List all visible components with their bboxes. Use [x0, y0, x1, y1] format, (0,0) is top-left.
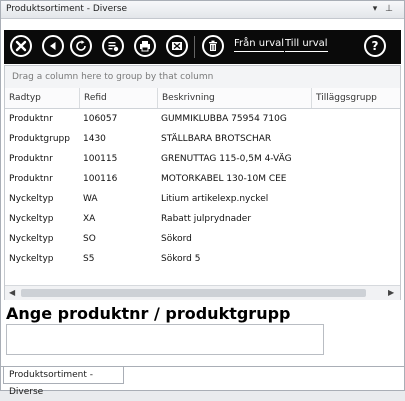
toolbar: Från urval Till urval ? [4, 30, 401, 64]
cell-refid: 1430 [83, 134, 106, 144]
cell-radtyp: Produktnr [9, 154, 53, 164]
group-drop-area[interactable]: Drag a column here to group by that colu… [5, 66, 400, 89]
cell-tillaggsgrupp [311, 209, 400, 229]
from-selection-link[interactable]: Från urval [234, 38, 285, 52]
column-header-radtyp[interactable]: Radtyp [5, 88, 79, 108]
product-number-input[interactable] [6, 324, 324, 355]
cell-beskrivning: Sökord [161, 234, 192, 244]
refresh-icon[interactable] [70, 35, 92, 57]
data-grid: Drag a column here to group by that colu… [4, 65, 401, 300]
cell-tillaggsgrupp [311, 189, 400, 209]
to-selection-link[interactable]: Till urval [285, 38, 328, 52]
table-row[interactable]: Nyckeltyp SO Sökord [5, 229, 400, 249]
back-icon[interactable] [42, 35, 64, 57]
cell-radtyp: Nyckeltyp [9, 254, 54, 264]
cell-radtyp: Nyckeltyp [9, 214, 54, 224]
cell-beskrivning: GRENUTTAG 115-0,5M 4-VÄG [161, 154, 292, 164]
table-row[interactable]: Produktnr 106057 GUMMIKLUBBA 75954 710G [5, 109, 400, 129]
cell-radtyp: Nyckeltyp [9, 234, 54, 244]
cell-radtyp: Produktgrupp [9, 134, 70, 144]
cell-radtyp: Produktnr [9, 114, 53, 124]
scrollbar-thumb[interactable] [21, 289, 366, 297]
cell-refid: 100116 [83, 174, 118, 184]
cell-refid: 100115 [83, 154, 118, 164]
edit-list-icon[interactable] [102, 35, 124, 57]
cell-radtyp: Nyckeltyp [9, 194, 54, 204]
document-panel: Produktsortiment - Diverse ▾ ⊥ Från urva… [0, 0, 405, 397]
cell-beskrivning: GUMMIKLUBBA 75954 710G [161, 114, 287, 124]
table-row[interactable]: Nyckeltyp WA Litium artikelexp.nyckel [5, 189, 400, 209]
delete-icon[interactable] [202, 35, 224, 57]
cell-tillaggsgrupp [311, 249, 400, 269]
table-row[interactable]: Produktnr 100116 MOTORKABEL 130-10M CEE [5, 169, 400, 189]
cell-tillaggsgrupp [311, 109, 400, 129]
cell-refid: S5 [83, 254, 95, 264]
table-row[interactable]: Nyckeltyp XA Rabatt julprydnader [5, 209, 400, 229]
column-header-refid[interactable]: Refid [79, 88, 157, 108]
cell-refid: 106057 [83, 114, 118, 124]
column-header-tillaggsgrupp[interactable]: Tilläggsgrupp [311, 88, 400, 108]
toolbar-separator [194, 36, 195, 58]
panel-titlebar: Produktsortiment - Diverse ▾ ⊥ [1, 1, 404, 19]
cell-refid: WA [83, 194, 98, 204]
cell-tillaggsgrupp [311, 129, 400, 149]
cell-radtyp: Produktnr [9, 174, 53, 184]
help-icon[interactable]: ? [364, 35, 386, 57]
table-row[interactable]: Nyckeltyp S5 Sökord 5 [5, 249, 400, 269]
group-hint-text: Drag a column here to group by that colu… [12, 72, 214, 82]
horizontal-scrollbar[interactable]: ◀ ▶ [5, 285, 400, 300]
dropdown-icon[interactable]: ▾ [369, 3, 381, 15]
print-icon[interactable] [134, 35, 156, 57]
cell-tillaggsgrupp [311, 229, 400, 249]
cell-beskrivning: Litium artikelexp.nyckel [161, 194, 269, 204]
table-row[interactable]: Produktnr 100115 GRENUTTAG 115-0,5M 4-VÄ… [5, 149, 400, 169]
tab-produktsortiment[interactable]: Produktsortiment - Diverse [3, 367, 124, 397]
column-header-beskrivning[interactable]: Beskrivning [157, 88, 311, 108]
pin-icon[interactable]: ⊥ [383, 3, 395, 15]
excel-export-icon[interactable] [166, 35, 188, 57]
entry-label: Ange produktnr / produktgrupp [6, 304, 291, 323]
table-row[interactable]: Produktgrupp 1430 STÄLLBARA BROTSCHAR [5, 129, 400, 149]
cell-beskrivning: Sökord 5 [161, 254, 201, 264]
cell-beskrivning: MOTORKABEL 130-10M CEE [161, 174, 287, 184]
grid-header: Radtyp Refid Beskrivning Tilläggsgrupp [5, 88, 400, 109]
cell-tillaggsgrupp [311, 149, 400, 169]
cell-beskrivning: Rabatt julprydnader [161, 214, 252, 224]
cell-tillaggsgrupp [311, 169, 400, 189]
close-icon[interactable] [10, 35, 32, 57]
scroll-right-icon[interactable]: ▶ [388, 288, 394, 297]
cell-refid: SO [83, 234, 96, 244]
cell-beskrivning: STÄLLBARA BROTSCHAR [161, 134, 272, 144]
panel-title: Produktsortiment - Diverse [6, 4, 128, 14]
scroll-left-icon[interactable]: ◀ [9, 288, 15, 297]
cell-refid: XA [83, 214, 96, 224]
